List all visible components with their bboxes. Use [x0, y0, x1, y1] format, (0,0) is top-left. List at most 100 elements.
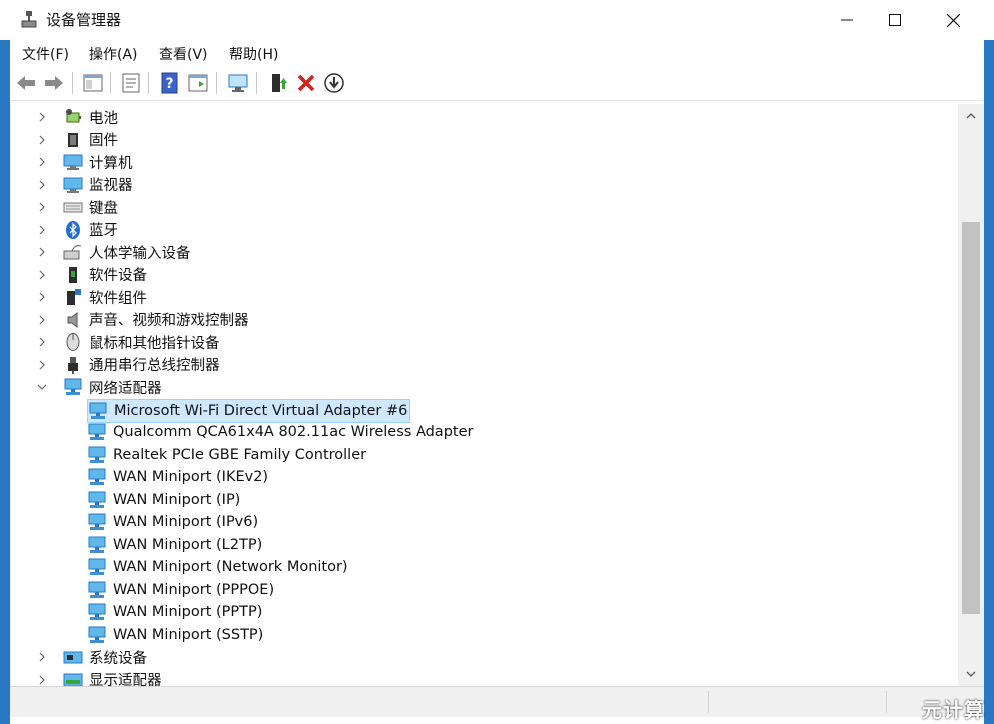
- action-pane-icon[interactable]: [186, 71, 210, 95]
- tree-device-network-adapter[interactable]: Microsoft Wi-Fi Direct Virtual Adapter #…: [87, 398, 411, 423]
- help-icon[interactable]: ?: [158, 71, 182, 95]
- battery-icon: [66, 109, 81, 123]
- tree-device-network-adapter[interactable]: WAN Miniport (IP): [87, 489, 240, 511]
- network-adapter-icon: [88, 558, 106, 575]
- chevron-right-icon[interactable]: [37, 337, 47, 347]
- tree-device-network-adapter[interactable]: WAN Miniport (PPPOE): [87, 579, 274, 601]
- minimize-icon: [841, 19, 853, 21]
- tree-category-label: 计算机: [89, 155, 133, 172]
- tree-device-network-adapter-label: WAN Miniport (PPTP): [113, 604, 263, 620]
- mouse-icon: [66, 333, 80, 351]
- monitor-icon: [63, 177, 83, 193]
- tree-category[interactable]: 软件设备: [63, 264, 147, 286]
- tree-device-network-adapter[interactable]: WAN Miniport (IPv6): [87, 511, 258, 533]
- tree-category[interactable]: 系统设备: [63, 646, 147, 668]
- device-manager-icon: [21, 11, 37, 28]
- tree-device-network-adapter-label: WAN Miniport (IP): [113, 491, 241, 508]
- device-tree: 电池 固件计算机监视器键盘蓝牙人体学输入设备软件设备软件组件声音、视频和游戏控制器…: [10, 104, 959, 686]
- menu-help[interactable]: 帮助(H): [229, 44, 278, 64]
- show-hide-console-tree-icon[interactable]: [81, 71, 105, 95]
- tree-category-label: 显示适配器: [89, 673, 162, 686]
- tree-category[interactable]: 声音、视频和游戏控制器: [63, 309, 249, 331]
- network-adapter-icon: [88, 423, 106, 440]
- status-cell-secondary: [710, 691, 887, 713]
- menu-view[interactable]: 查看(V): [159, 44, 208, 64]
- toolbar-separator: [216, 72, 217, 94]
- chevron-down-icon: [966, 671, 976, 677]
- chevron-right-icon[interactable]: [37, 360, 47, 370]
- tree-category-network-adapters-label: 网络适配器: [89, 380, 162, 397]
- bluetooth-icon: [66, 220, 80, 239]
- maximize-icon: [889, 14, 901, 26]
- tree-category-label: 键盘: [89, 200, 118, 217]
- status-bar: [10, 686, 984, 717]
- chevron-right-icon[interactable]: [37, 247, 47, 257]
- tree-category[interactable]: 键盘: [63, 196, 118, 218]
- close-button[interactable]: [924, 0, 982, 40]
- chevron-right-icon[interactable]: [37, 202, 47, 212]
- software-component-icon: [67, 289, 81, 305]
- tree-category[interactable]: 蓝牙: [63, 219, 118, 241]
- chevron-right-icon[interactable]: [37, 675, 47, 685]
- chevron-right-icon[interactable]: [37, 157, 47, 167]
- tree-device-network-adapter[interactable]: Realtek PCIe GBE Family Controller: [87, 444, 366, 466]
- chevron-right-icon[interactable]: [37, 135, 47, 145]
- menu-file[interactable]: 文件(F): [22, 44, 69, 64]
- chevron-right-icon[interactable]: [37, 112, 47, 122]
- network-adapter-icon: [88, 581, 106, 598]
- chevron-right-icon[interactable]: [37, 315, 47, 325]
- menu-bar: 文件(F) 操作(A) 查看(V) 帮助(H): [10, 40, 984, 66]
- scroll-thumb[interactable]: [962, 222, 980, 614]
- window-title: 设备管理器: [46, 11, 122, 29]
- maximize-button[interactable]: [866, 0, 924, 40]
- back-arrow-icon[interactable]: [14, 71, 38, 95]
- scroll-up-button[interactable]: [958, 104, 984, 128]
- forward-arrow-icon[interactable]: [42, 71, 66, 95]
- tree-category-network-adapters[interactable]: 网络适配器: [63, 376, 162, 398]
- tree-device-network-adapter[interactable]: Qualcomm QCA61x4A 802.11ac Wireless Adap…: [87, 421, 473, 443]
- scan-hardware-icon[interactable]: [226, 71, 250, 95]
- network-adapter-icon: [88, 468, 106, 485]
- tree-category[interactable]: 电池: [63, 106, 118, 128]
- update-driver-icon[interactable]: [266, 71, 290, 95]
- tree-category[interactable]: 监视器: [63, 174, 133, 196]
- tree-category[interactable]: 固件: [63, 129, 118, 151]
- chevron-right-icon[interactable]: [37, 270, 47, 280]
- tree-category-label: 软件组件: [89, 290, 147, 307]
- network-adapter-icon: [88, 603, 106, 620]
- status-cell-main: [10, 691, 709, 713]
- tree-device-network-adapter[interactable]: WAN Miniport (IKEv2): [87, 466, 268, 488]
- chevron-right-icon[interactable]: [37, 225, 47, 235]
- chevron-right-icon[interactable]: [37, 652, 47, 662]
- properties-icon[interactable]: [119, 71, 143, 95]
- tree-category[interactable]: 显示适配器: [63, 669, 162, 686]
- tree-device-network-adapter[interactable]: WAN Miniport (PPTP): [87, 601, 262, 623]
- tree-category-label: 软件设备: [89, 268, 147, 284]
- toolbar-separator: [110, 72, 111, 94]
- tree-category[interactable]: 通用串行总线控制器: [63, 354, 220, 376]
- tree-device-network-adapter[interactable]: WAN Miniport (L2TP): [87, 534, 262, 556]
- title-bar: 设备管理器: [0, 0, 994, 40]
- tree-category[interactable]: 软件组件: [63, 286, 147, 308]
- tree-category-label: 蓝牙: [89, 223, 118, 239]
- usb-icon: [68, 356, 78, 374]
- keyboard-icon: [63, 202, 83, 213]
- download-circle-icon[interactable]: [322, 71, 346, 95]
- menu-action[interactable]: 操作(A): [89, 44, 138, 64]
- tree-category[interactable]: 计算机: [63, 151, 133, 173]
- computer-icon: [63, 154, 83, 170]
- chevron-down-icon[interactable]: [37, 382, 47, 392]
- tree-device-network-adapter-label: WAN Miniport (L2TP): [113, 536, 263, 553]
- chevron-right-icon[interactable]: [37, 180, 47, 190]
- network-adapter-icon: [88, 446, 106, 463]
- tree-device-network-adapter[interactable]: WAN Miniport (Network Monitor): [87, 556, 348, 578]
- tree-category[interactable]: 鼠标和其他指针设备: [63, 331, 220, 353]
- chevron-right-icon[interactable]: [37, 292, 47, 302]
- close-icon: [946, 13, 960, 27]
- tree-device-network-adapter[interactable]: WAN Miniport (SSTP): [87, 624, 263, 646]
- tree-device-network-adapter-label: Realtek PCIe GBE Family Controller: [113, 446, 367, 463]
- scroll-down-button[interactable]: [958, 662, 984, 686]
- tree-category[interactable]: 人体学输入设备: [63, 241, 191, 263]
- vertical-scrollbar[interactable]: [958, 104, 984, 686]
- uninstall-device-icon[interactable]: [294, 71, 318, 95]
